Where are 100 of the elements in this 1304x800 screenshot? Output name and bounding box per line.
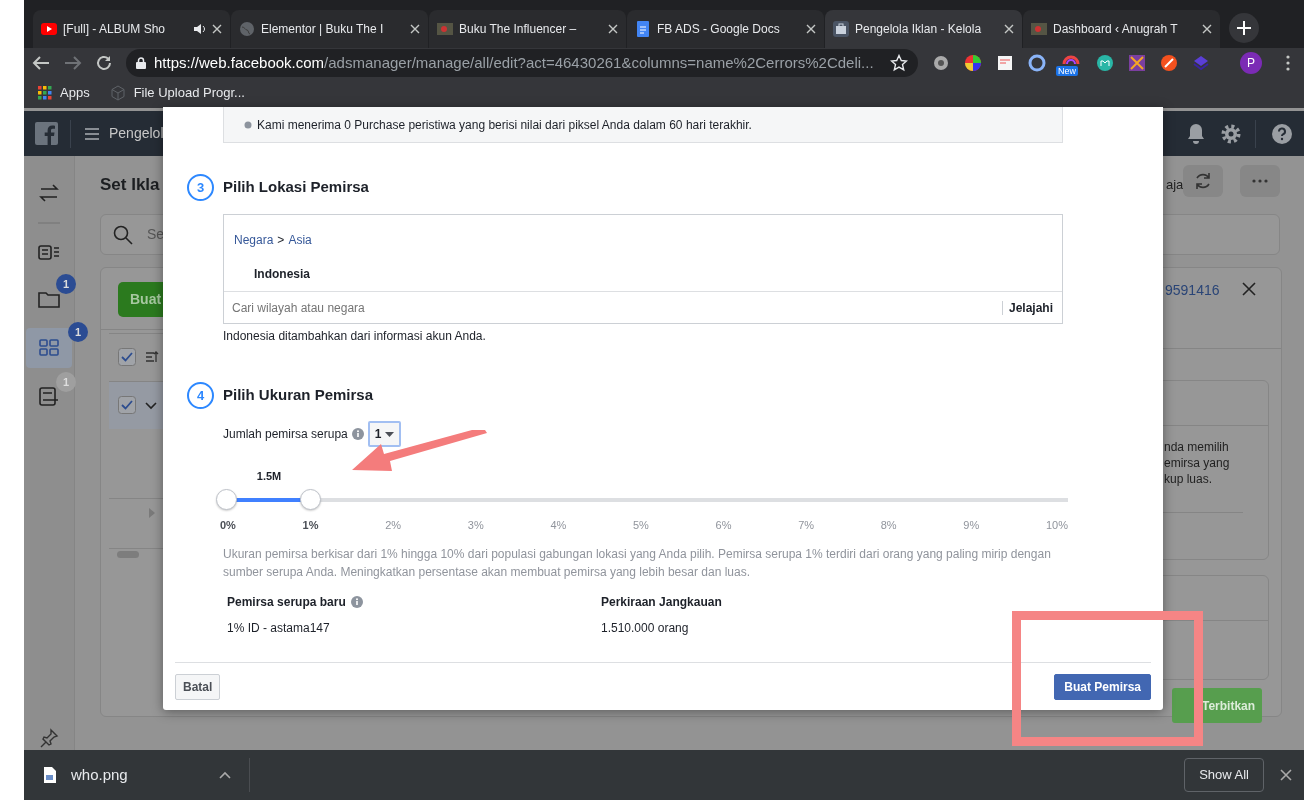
close-icon[interactable] <box>1280 769 1292 781</box>
settings-icon[interactable] <box>1220 122 1242 145</box>
count-badge: 1 <box>56 274 76 294</box>
breadcrumb-separator: > <box>277 232 285 249</box>
note-icon[interactable] <box>996 54 1014 72</box>
facebook-logo-icon[interactable] <box>35 122 58 145</box>
tick-label: 4% <box>550 518 567 533</box>
count-dropdown[interactable]: 1 <box>367 421 402 447</box>
chevron-down-icon[interactable] <box>145 402 157 410</box>
download-file-name[interactable]: who.png <box>71 763 181 787</box>
close-icon[interactable] <box>1242 282 1256 296</box>
step-title: Pilih Ukuran Pemirsa <box>223 385 374 406</box>
color-wheel-icon[interactable] <box>964 54 982 72</box>
slider-handle[interactable] <box>216 489 237 510</box>
apps-grid-icon <box>38 86 52 100</box>
description-text: Ukuran pemirsa berkisar dari 1% hingga 10% dari populasi gabungan lokasi yang Anda pilih. Pemirsa serupa 1% terdiri dari orang yang paling mirip dengan sumber serupa Anda. Meningkatkan persentase akan membuat pemirsa yang lebih besar dan luas. <box>223 545 1052 581</box>
field-label: Jumlah pemirsa serupa <box>223 426 348 443</box>
site-thumbnail-icon <box>1031 21 1047 37</box>
caret-down-icon <box>385 431 395 437</box>
refresh-button[interactable] <box>1183 165 1223 197</box>
browser-tab[interactable]: Elementor | Buku The I <box>231 10 428 48</box>
bookmark[interactable]: Apps <box>38 83 90 103</box>
image-file-icon[interactable] <box>43 766 57 784</box>
column-value: 1.510.000 orang <box>601 619 690 637</box>
profile-avatar[interactable]: P <box>1240 52 1262 74</box>
browser-tab[interactable]: Dashboard ‹ Anugrah T <box>1023 10 1220 48</box>
step-number: 4 <box>187 382 214 409</box>
slider-value-label: 1.5M <box>256 470 282 482</box>
search-icon <box>113 224 133 245</box>
more-icon[interactable] <box>1286 55 1290 71</box>
breadcrumb-link[interactable]: Negara <box>234 231 274 249</box>
slider-handle[interactable] <box>300 489 322 510</box>
letter-m-icon[interactable] <box>1096 54 1114 72</box>
gear-icon[interactable] <box>932 54 950 72</box>
forward-icon[interactable] <box>64 55 82 71</box>
site-thumbnail-icon <box>437 21 453 37</box>
count-badge: 1 <box>56 372 76 392</box>
pin-icon[interactable] <box>39 728 59 748</box>
app-title: Pengelol <box>109 124 164 143</box>
back-icon[interactable] <box>32 55 50 71</box>
tick-label: 10% <box>1045 518 1068 533</box>
column-heading: Perkiraan Jangkauan <box>601 593 722 611</box>
lock-icon <box>136 57 146 69</box>
tab-title: FB ADS - Google Docs <box>657 21 780 38</box>
globe-icon <box>239 21 255 37</box>
info-icon <box>351 428 364 440</box>
scrollbar-thumb[interactable] <box>117 551 139 558</box>
column-value: 1% ID - astama147 <box>227 619 331 637</box>
bookmark[interactable]: File Upload Progr... <box>109 83 245 103</box>
play-logo-icon <box>41 21 57 37</box>
document-icon <box>37 385 61 409</box>
chevron-up-icon[interactable] <box>219 771 231 779</box>
help-icon[interactable] <box>1272 123 1292 144</box>
page-title: Set Ikla <box>100 174 160 196</box>
tick-label: 3% <box>467 518 484 533</box>
browser-tab[interactable]: Pengelola Iklan - Kelola <box>825 10 1022 48</box>
toolbar-text: aja <box>1166 176 1184 194</box>
status-dot-icon <box>244 120 252 129</box>
url-text: https://web.facebook.com/adsmanager/manage/all/edit?act=46430261&columns=name%2Cerrors%2Cdeli... <box>154 52 875 73</box>
star-icon[interactable] <box>890 54 908 72</box>
address-bar[interactable]: https://web.facebook.com/adsmanager/manage/all/edit?act=46430261&columns=name%2Cerrors%2Cdeli... <box>126 49 918 77</box>
tick-label: 0% <box>220 518 236 533</box>
briefcase-icon <box>833 21 849 37</box>
count-badge: 1 <box>68 322 88 342</box>
document-icon <box>635 21 651 37</box>
tab-title: [Full] - ALBUM Sho <box>63 21 166 38</box>
new-tab-icon[interactable] <box>1229 13 1259 43</box>
tab-title: Elementor | Buku The I <box>261 21 384 38</box>
browser-tab[interactable]: Buku The Influencer – <box>429 10 626 48</box>
checkbox-icon[interactable] <box>118 396 136 414</box>
tick-label: 9% <box>963 518 980 533</box>
reload-icon[interactable] <box>96 55 112 71</box>
new-badge: New <box>1056 66 1078 76</box>
selected-country: Indonesia <box>253 266 311 283</box>
tick-label: 8% <box>880 518 897 533</box>
show-all-button[interactable]: Show All <box>1184 758 1264 792</box>
tick-label: 5% <box>632 518 649 533</box>
tick-label: 7% <box>798 518 815 533</box>
checkbox-icon[interactable] <box>118 348 136 366</box>
tick-label: 2% <box>385 518 402 533</box>
create-audience-button[interactable]: Buat Pemirsa <box>1054 673 1151 700</box>
refresh-icon <box>1193 171 1213 191</box>
sidebar-item[interactable] <box>26 328 72 368</box>
browse-link[interactable]: Jelajahi <box>1001 300 1062 315</box>
menu-icon[interactable] <box>85 127 99 140</box>
bell-icon[interactable] <box>1186 122 1206 145</box>
browser-tab[interactable]: FB ADS - Google Docs <box>627 10 824 48</box>
notice-text: Kami menerima 0 Purchase peristiwa yang berisi nilai dari piksel Anda dalam 60 hari terakhir. <box>257 116 752 134</box>
tick-label: 1% <box>302 518 319 533</box>
browser-tab[interactable]: [Full] - ALBUM Sho <box>33 10 230 48</box>
sort-icon[interactable] <box>145 350 159 364</box>
step-title: Pilih Lokasi Pemirsa <box>223 177 369 198</box>
tick-label: 6% <box>715 518 732 533</box>
tab-title: Buku The Influencer – <box>459 21 577 38</box>
tab-title: Dashboard ‹ Anugrah T <box>1053 21 1178 38</box>
speaker-icon <box>192 22 206 36</box>
breadcrumb-link[interactable]: Asia <box>288 231 312 249</box>
cancel-button[interactable]: Batal <box>175 673 221 700</box>
ring-icon[interactable] <box>1028 54 1046 72</box>
info-text: nda memilih emirsa yang kup luas. <box>1164 439 1230 487</box>
